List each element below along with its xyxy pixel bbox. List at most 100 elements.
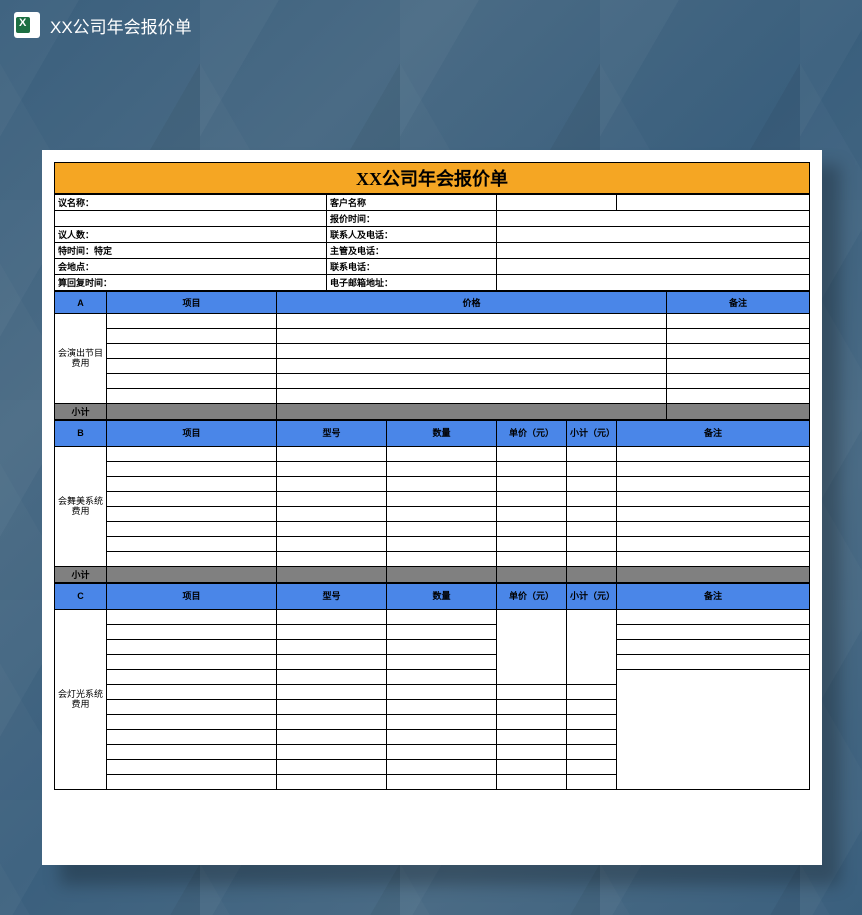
- cell: [617, 462, 810, 477]
- cell: [277, 344, 667, 359]
- cell: [567, 507, 617, 522]
- cell: [107, 477, 277, 492]
- cell: [107, 344, 277, 359]
- info-left-0: 议名称：: [55, 195, 327, 211]
- info-value: [497, 275, 810, 291]
- cell: [497, 730, 567, 745]
- section-b-subtotal: 小计: [55, 567, 107, 583]
- info-label-text: 特时间：: [58, 246, 94, 256]
- cell: [497, 552, 567, 567]
- cell: [387, 447, 497, 462]
- cell: [567, 537, 617, 552]
- cell: [617, 492, 810, 507]
- section-c-rowlabel: 会灯光系统费用: [55, 610, 107, 790]
- cell: [107, 775, 277, 790]
- info-value: [497, 227, 810, 243]
- cell: [107, 730, 277, 745]
- cell: [497, 745, 567, 760]
- section-c-header-qty: 数量: [387, 584, 497, 610]
- cell: [277, 329, 667, 344]
- cell: [567, 610, 617, 685]
- cell: [107, 700, 277, 715]
- info-right-3: 主管及电话：: [327, 243, 497, 259]
- cell: [387, 625, 497, 640]
- cell: [107, 492, 277, 507]
- cell: [387, 610, 497, 625]
- cell: [107, 314, 277, 329]
- app-title: XX公司年会报价单: [50, 13, 192, 38]
- info-value-text: 特定: [94, 246, 112, 256]
- cell: [387, 537, 497, 552]
- cell: [387, 477, 497, 492]
- cell: [107, 625, 277, 640]
- cell: [567, 685, 617, 700]
- cell: [617, 507, 810, 522]
- cell: [667, 314, 810, 329]
- section-c-header-sub: 小计（元）: [567, 584, 617, 610]
- cell: [277, 389, 667, 404]
- cell: [277, 374, 667, 389]
- cell: [387, 567, 497, 583]
- section-b-header-qty: 数量: [387, 421, 497, 447]
- cell: [387, 655, 497, 670]
- cell: [567, 447, 617, 462]
- section-a-rowlabel: 会演出节目费用: [55, 314, 107, 404]
- section-b-header-price: 单价（元）: [497, 421, 567, 447]
- cell: [107, 670, 277, 685]
- cell: [617, 567, 810, 583]
- cell: [107, 610, 277, 625]
- cell: [617, 625, 810, 640]
- cell: [277, 507, 387, 522]
- cell: [277, 730, 387, 745]
- info-value: [617, 195, 810, 211]
- cell: [497, 775, 567, 790]
- section-b-letter: B: [55, 421, 107, 447]
- cell: [277, 655, 387, 670]
- cell: [387, 685, 497, 700]
- cell: [567, 567, 617, 583]
- cell: [107, 640, 277, 655]
- section-a-letter: A: [55, 292, 107, 314]
- cell: [617, 670, 810, 790]
- cell: [567, 477, 617, 492]
- cell: [567, 522, 617, 537]
- cell: [667, 404, 810, 420]
- info-right-5: 电子邮箱地址：: [327, 275, 497, 291]
- info-right-2: 联系人及电话：: [327, 227, 497, 243]
- cell: [277, 537, 387, 552]
- info-value: [497, 195, 617, 211]
- cell: [387, 700, 497, 715]
- cell: [277, 775, 387, 790]
- cell: [567, 730, 617, 745]
- cell: [617, 640, 810, 655]
- cell: [277, 715, 387, 730]
- info-right-0: 客户名称: [327, 195, 497, 211]
- section-c-letter: C: [55, 584, 107, 610]
- cell: [387, 730, 497, 745]
- cell: [387, 745, 497, 760]
- cell: [107, 655, 277, 670]
- info-value: [497, 259, 810, 275]
- cell: [277, 447, 387, 462]
- cell: [107, 329, 277, 344]
- cell: [497, 447, 567, 462]
- cell: [387, 492, 497, 507]
- cell: [277, 477, 387, 492]
- cell: [567, 492, 617, 507]
- cell: [617, 655, 810, 670]
- cell: [387, 670, 497, 685]
- app-header: XX公司年会报价单: [0, 0, 862, 50]
- section-b-header-note: 备注: [617, 421, 810, 447]
- document-title-band: XX公司年会报价单: [54, 162, 810, 194]
- info-left-1: 议人数：: [55, 227, 327, 243]
- cell: [497, 537, 567, 552]
- cell: [277, 745, 387, 760]
- cell: [387, 552, 497, 567]
- cell: [567, 775, 617, 790]
- cell: [387, 507, 497, 522]
- cell: [567, 700, 617, 715]
- cell: [567, 745, 617, 760]
- cell: [277, 522, 387, 537]
- cell: [617, 447, 810, 462]
- cell: [497, 685, 567, 700]
